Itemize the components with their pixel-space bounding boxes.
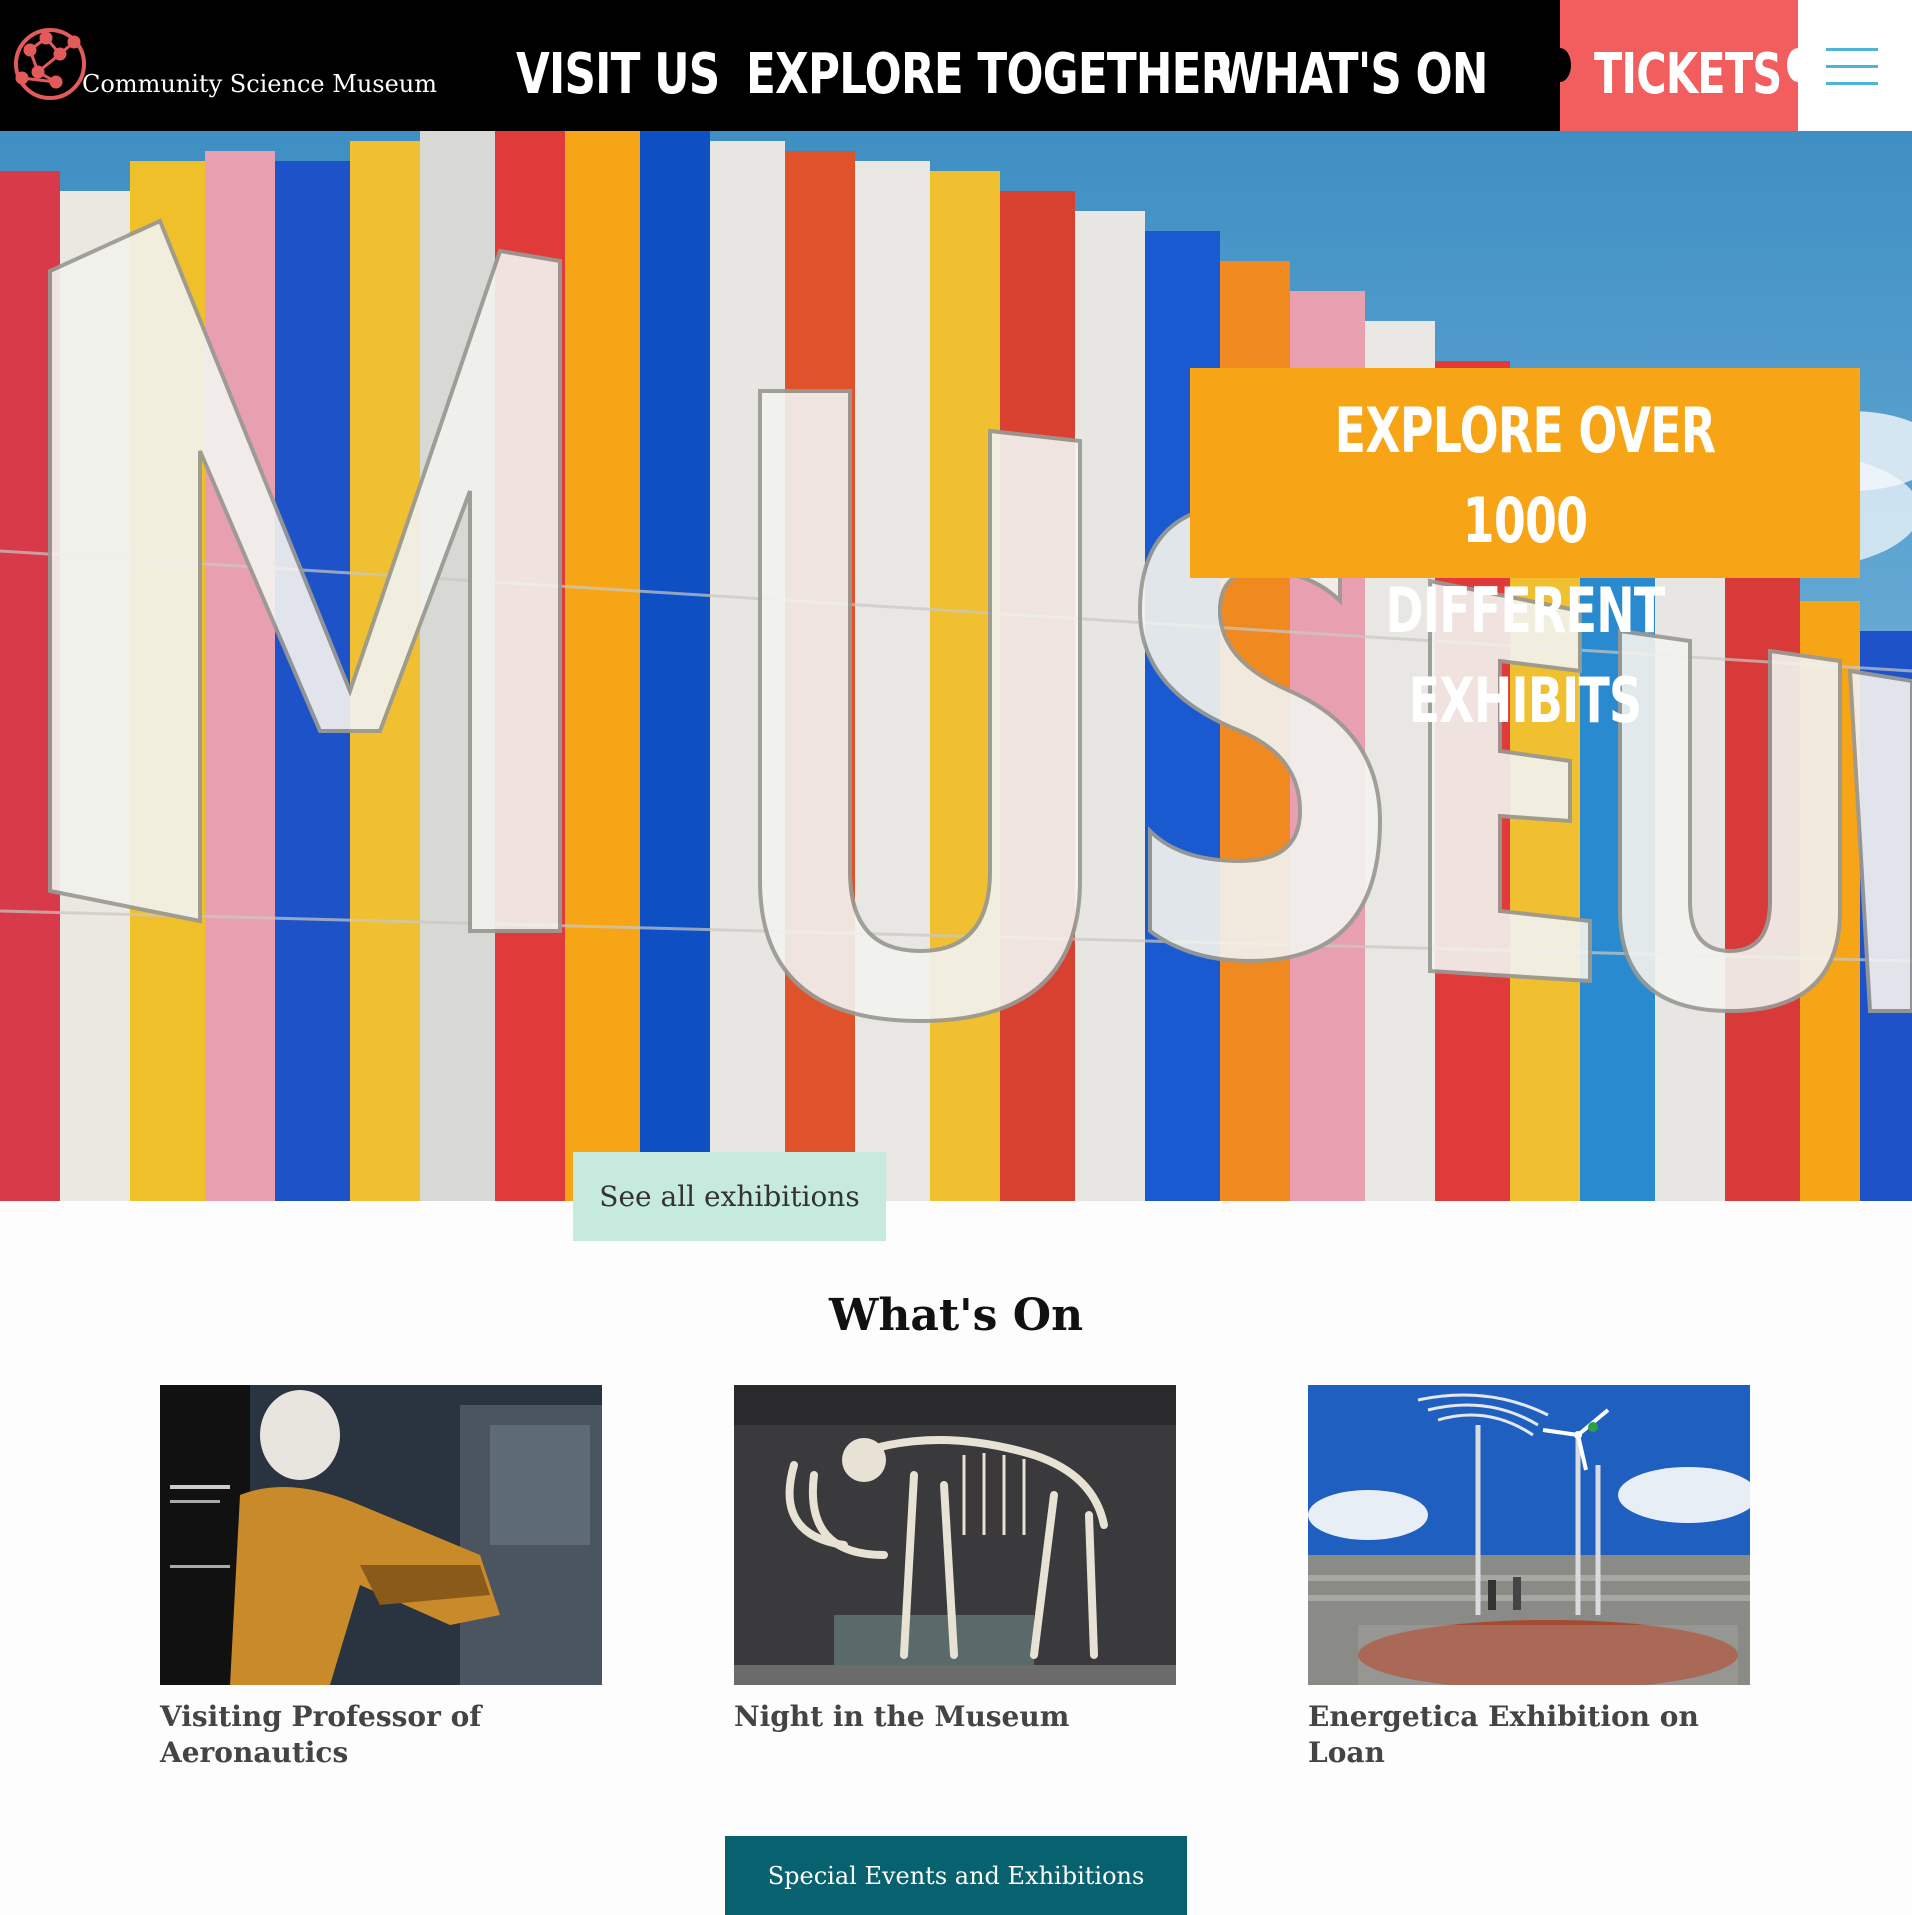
tickets-label: TICKETS: [1594, 42, 1782, 107]
hamburger-menu-button[interactable]: [1798, 0, 1912, 131]
logo-text[interactable]: Community Science Museum: [82, 70, 437, 98]
mammoth-skeleton-image[interactable]: [734, 1385, 1176, 1685]
nav-visit-us[interactable]: VISIT US: [516, 40, 720, 110]
hero-image-museum-facade: EXPLORE OVER 1000 DIFFERENT EXHIBITS: [0, 131, 1912, 1201]
aeronautics-pilot-image[interactable]: [160, 1385, 602, 1685]
hero-banner-line2: DIFFERENT EXHIBITS: [1385, 574, 1666, 737]
event-card[interactable]: Visiting Professor of Aeronautics: [160, 1385, 602, 1771]
site-header: Community Science Museum VISIT US EXPLOR…: [0, 0, 1912, 131]
event-title[interactable]: Energetica Exhibition on Loan: [1308, 1699, 1750, 1771]
whats-on-title: What's On: [828, 1290, 1084, 1341]
event-title[interactable]: Visiting Professor of Aeronautics: [160, 1699, 602, 1771]
energetica-wind-turbines-image[interactable]: [1308, 1385, 1750, 1685]
special-events-button[interactable]: Special Events and Exhibitions: [725, 1836, 1187, 1915]
hero-promo-banner: EXPLORE OVER 1000 DIFFERENT EXHIBITS: [1190, 368, 1860, 737]
tickets-button[interactable]: TICKETS: [1549, 0, 1809, 131]
event-card[interactable]: Energetica Exhibition on Loan: [1308, 1385, 1750, 1771]
hero-banner-line1: EXPLORE OVER 1000: [1334, 394, 1716, 557]
event-card[interactable]: Night in the Museum: [734, 1385, 1176, 1735]
ticket-notch-left: [1549, 48, 1571, 82]
nav-explore-together[interactable]: EXPLORE TOGETHER: [746, 40, 1234, 110]
nav-whats-on[interactable]: WHAT'S ON: [1216, 40, 1488, 110]
see-all-exhibitions-button[interactable]: See all exhibitions: [573, 1152, 886, 1241]
event-title[interactable]: Night in the Museum: [734, 1699, 1176, 1735]
